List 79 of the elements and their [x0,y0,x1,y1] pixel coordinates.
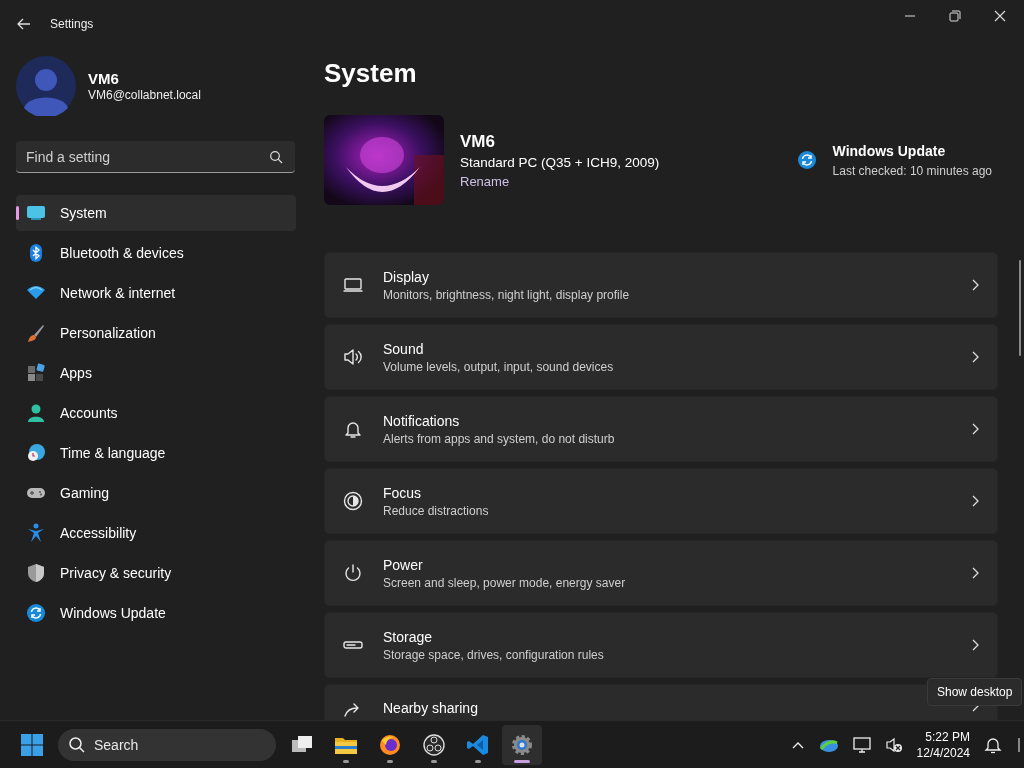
close-icon[interactable] [994,10,1006,22]
search-field[interactable]: Find a setting [16,141,295,173]
chevron-right-icon [971,639,979,651]
clock[interactable]: 5:22 PM 12/4/2024 [916,728,970,761]
code-editor-icon [466,732,490,757]
update-title[interactable]: Windows Update [832,142,992,159]
device-model: Standard PC (Q35 + ICH9, 2009) [460,154,661,170]
fox-globe-icon [378,732,402,757]
gear-icon [510,732,534,757]
nav-item[interactable]: Personalization [16,315,296,351]
nav-item[interactable]: Bluetooth & devices [16,235,296,271]
sync-icon [796,150,817,170]
nav-item[interactable]: Windows Update [16,595,296,631]
nav-item[interactable]: Apps [16,355,296,391]
card-subtitle: Alerts from apps and system, do not disturb [383,431,616,446]
card-subtitle: Monitors, brightness, night light, display profile [383,287,631,302]
profile-email: VM6@collabnet.local [88,88,201,102]
sync-icon [26,603,46,623]
bell-icon[interactable] [984,735,1002,754]
nav-item[interactable]: Accounts [16,395,296,431]
speaker-icon [343,347,363,367]
device-name: VM6 [460,131,496,152]
window-title: Settings [50,17,94,31]
search-icon [68,735,86,754]
card-title: Notifications [383,412,461,429]
card-title: Nearby sharing [383,700,479,716]
nav-item[interactable]: System [16,195,296,231]
scrollbar[interactable] [1019,260,1021,356]
restore-icon[interactable] [949,10,961,22]
back-icon[interactable] [16,16,32,32]
nav-item[interactable]: Time & language [16,435,296,471]
settings-card[interactable]: Display Monitors, brightness, night light, display profile [324,252,998,318]
card-title: Focus [383,484,423,501]
settings-card[interactable]: Notifications Alerts from apps and system, do not disturb [324,396,998,462]
card-title: Power [383,556,424,573]
card-subtitle: Volume levels, output, input, sound devices [383,359,615,374]
person-icon [26,403,46,423]
nav-item[interactable]: Gaming [16,475,296,511]
search-icon [269,150,283,164]
settings-card[interactable]: Storage Storage space, drives, configuration rules [324,612,998,678]
chevron-right-icon [971,279,979,291]
chevron-right-icon [971,423,979,435]
chevron-right-icon [971,567,979,579]
card-subtitle: Screen and sleep, power mode, energy saver [383,575,627,590]
nav-item[interactable]: Privacy & security [16,555,296,591]
aperture-icon [422,732,446,757]
rename-link[interactable]: Rename [460,173,510,189]
update-status: Last checked: 10 minutes ago [832,163,992,178]
accessibility-icon [26,523,46,543]
nav-item[interactable]: Network & internet [16,275,296,311]
taskbar-app[interactable] [502,724,542,765]
card-subtitle: Reduce distractions [383,503,490,518]
speaker-muted-icon[interactable] [884,735,903,754]
avatar [16,56,76,116]
globe-clock-icon [26,443,46,463]
card-title: Storage [383,628,434,645]
monitor-icon[interactable] [852,735,871,754]
nav-item[interactable]: Accessibility [16,515,296,551]
settings-card[interactable]: Power Screen and sleep, power mode, energy saver [324,540,998,606]
chevron-right-icon [971,351,979,363]
card-subtitle: Storage space, drives, configuration rules [383,647,605,662]
chevron-right-icon [971,495,979,507]
monitor-icon [26,203,46,223]
taskbar-search[interactable]: Search [58,728,276,761]
settings-card[interactable]: Sound Volume levels, output, input, sound devices [324,324,998,390]
bell-icon [343,419,363,439]
start-icon[interactable] [20,732,44,757]
page-title: System [324,58,418,90]
card-title: Display [383,268,430,285]
shield-icon [26,563,46,583]
laptop-icon [343,275,363,295]
paintbrush-icon [26,323,46,343]
settings-card[interactable]: Focus Reduce distractions [324,468,998,534]
focus-icon [343,491,363,511]
tooltip: Show desktop [927,678,1023,706]
card-title: Sound [383,340,425,357]
profile-name: VM6 [88,70,120,87]
apps-icon [26,363,46,383]
power-icon [343,563,363,583]
